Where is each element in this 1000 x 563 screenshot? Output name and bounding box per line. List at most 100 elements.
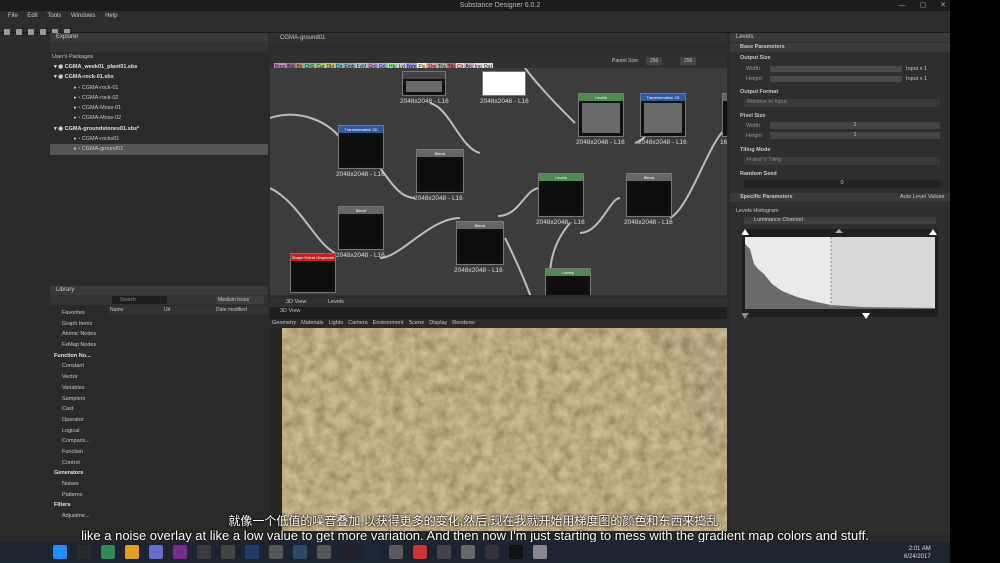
explorer-item[interactable]: ▸ ▫ CGMA-Moss-02: [50, 113, 268, 123]
menu-file[interactable]: File: [8, 13, 18, 19]
levels-histogram[interactable]: [742, 229, 938, 319]
parent-size-select[interactable]: 256: [646, 57, 663, 65]
graph-node[interactable]: Transformation 2D: [338, 125, 384, 169]
app3-icon[interactable]: [269, 545, 283, 559]
library-category[interactable]: Control: [50, 458, 106, 469]
3d-menu-materials[interactable]: Materials: [301, 320, 323, 326]
library-category[interactable]: Operator: [50, 415, 106, 426]
explorer-item[interactable]: ▸ ▫ CGMA-rocks01: [50, 134, 268, 144]
window-controls[interactable]: — ▢ ✕: [899, 0, 952, 11]
library-category[interactable]: Vector: [50, 372, 106, 383]
explorer-item[interactable]: ▸ ▫ CGMA-rock-02: [50, 93, 268, 103]
explorer-item[interactable]: ▾ ◉ CGMA-groundstones01.sbs*: [50, 124, 268, 134]
values-button[interactable]: Values: [928, 193, 944, 202]
3d-menu-geometry[interactable]: Geometry: [272, 320, 296, 326]
menu-tools[interactable]: Tools: [47, 13, 61, 19]
height-slider[interactable]: [770, 76, 902, 82]
ground-texture-render[interactable]: [282, 328, 727, 531]
base-params-header[interactable]: Base Parameters: [730, 43, 950, 52]
graph-node[interactable]: Shape Extrat Grayscale: [290, 253, 336, 293]
explorer-item[interactable]: ▸ ▫ CGMA-rock-01: [50, 83, 268, 93]
app5-icon[interactable]: [389, 545, 403, 559]
app4-icon[interactable]: [317, 545, 331, 559]
output-format-select[interactable]: Relative to Input: [744, 99, 940, 107]
explorer-item[interactable]: ▾ ◉ CGMA-rock-01.sbs: [50, 72, 268, 82]
view-mode-select[interactable]: Medium Icons: [216, 296, 264, 304]
3d-menu-lights[interactable]: Lights: [328, 320, 343, 326]
explorer-item[interactable]: ▸ ▫ CGMA-ground01: [50, 144, 268, 155]
app2-icon[interactable]: [221, 545, 235, 559]
explorer-item[interactable]: ▸ ▫ CGMA-Moss-01: [50, 103, 268, 113]
menu-edit[interactable]: Edit: [27, 13, 37, 19]
taskbar-clock[interactable]: 2:01 AM 6/24/2017: [904, 545, 931, 561]
graph-node[interactable]: Blend: [338, 206, 384, 250]
3d-menu-environment[interactable]: Environment: [373, 320, 404, 326]
width-slider[interactable]: [770, 66, 902, 72]
auto-level-button[interactable]: Auto Level: [900, 193, 926, 202]
library-category[interactable]: Favorites: [50, 308, 106, 319]
library-category[interactable]: Generators: [50, 468, 106, 479]
menu-help[interactable]: Help: [105, 13, 117, 19]
onenote-icon[interactable]: [173, 545, 187, 559]
graph-node[interactable]: Levels: [545, 268, 591, 295]
library-category[interactable]: Function: [50, 447, 106, 458]
app-icon[interactable]: [197, 545, 211, 559]
photoshop-icon[interactable]: [245, 545, 259, 559]
library-search-input[interactable]: Search: [112, 296, 167, 304]
mail-icon[interactable]: [149, 545, 163, 559]
library-category[interactable]: Comparis...: [50, 436, 106, 447]
3d-menu-scene[interactable]: Scene: [409, 320, 425, 326]
new-icon[interactable]: [4, 29, 10, 35]
pixel-width-slider[interactable]: 1: [770, 122, 940, 129]
graph-node[interactable]: Levels: [538, 173, 584, 217]
col-name[interactable]: Name: [110, 306, 123, 315]
parent-size-select-2[interactable]: 256: [680, 57, 697, 65]
3d-menu-renderer[interactable]: Renderer: [452, 320, 475, 326]
store-icon[interactable]: [101, 545, 115, 559]
graph-node[interactable]: Blend: [626, 173, 672, 217]
graph-node[interactable]: Blend: [416, 149, 464, 193]
col-url[interactable]: Url: [164, 306, 170, 315]
graph-node[interactable]: Transformation 2D: [640, 93, 686, 137]
library-category[interactable]: Patterns: [50, 490, 106, 501]
col-date[interactable]: Date modified: [216, 306, 247, 315]
tiling-mode-select[interactable]: H and V Tiling: [744, 157, 940, 165]
library-category[interactable]: Graph Items: [50, 319, 106, 330]
save-icon[interactable]: [28, 29, 34, 35]
epic-icon[interactable]: [341, 545, 355, 559]
tab-levels[interactable]: Levels: [328, 298, 344, 307]
library-category[interactable]: Variables: [50, 383, 106, 394]
app10-icon[interactable]: [533, 545, 547, 559]
library-category[interactable]: Cast: [50, 404, 106, 415]
app9-icon[interactable]: [485, 545, 499, 559]
explorer-icon[interactable]: [77, 545, 91, 559]
library-category[interactable]: Atomic Nodes: [50, 329, 106, 340]
windows-start-icon[interactable]: [53, 545, 67, 559]
steam-icon[interactable]: [365, 545, 379, 559]
app7-icon[interactable]: [437, 545, 451, 559]
graph-tab[interactable]: CGMA-ground01: [270, 33, 727, 43]
graph-node[interactable]: Blend: [456, 221, 504, 265]
library-category[interactable]: Logical: [50, 426, 106, 437]
library-category[interactable]: Samplers: [50, 394, 106, 405]
chrome-icon[interactable]: [125, 545, 139, 559]
library-category[interactable]: Function No...: [50, 351, 106, 362]
app6-icon[interactable]: [413, 545, 427, 559]
graph-node[interactable]: [402, 71, 446, 96]
3d-menu-camera[interactable]: Camera: [348, 320, 368, 326]
3d-menu-display[interactable]: Display: [429, 320, 447, 326]
explorer-item[interactable]: ▾ ◉ CGMA_week01_plant01.sbs: [50, 62, 268, 72]
library-category[interactable]: Noises: [50, 479, 106, 490]
graph-node[interactable]: [482, 71, 526, 96]
menu-windows[interactable]: Windows: [71, 13, 95, 19]
pixel-height-slider[interactable]: 1: [770, 132, 940, 139]
specific-params-header[interactable]: Specific Parameters Auto Level Values: [730, 193, 950, 202]
random-seed-slider[interactable]: 0: [744, 180, 940, 188]
graph-node[interactable]: Levels: [578, 93, 624, 137]
unreal-icon[interactable]: [509, 545, 523, 559]
tab-3d-view[interactable]: 3D View: [286, 298, 306, 307]
graph-node[interactable]: [722, 93, 727, 137]
lightroom-icon[interactable]: [293, 545, 307, 559]
open-icon[interactable]: [16, 29, 22, 35]
app8-icon[interactable]: [461, 545, 475, 559]
